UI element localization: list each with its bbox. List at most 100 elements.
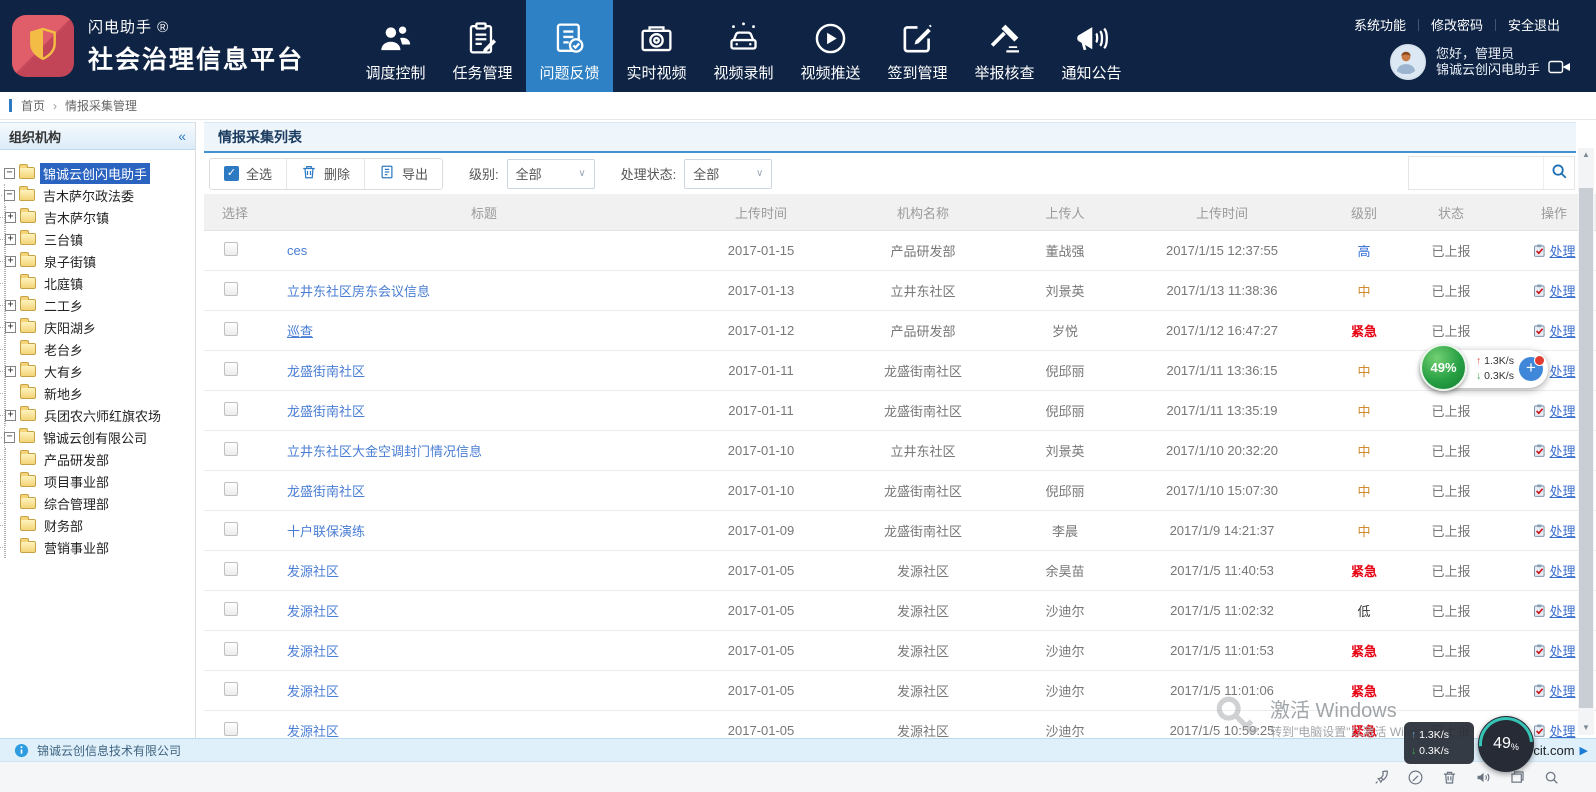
level-filter-select[interactable]: 全部 ∨ <box>507 159 595 189</box>
vertical-scrollbar[interactable]: ▲ ▼ <box>1578 148 1594 735</box>
speed-percent-ball[interactable]: 49% <box>1420 344 1467 391</box>
search-input[interactable] <box>1409 157 1543 189</box>
nav-item-调度控制[interactable]: 调度控制 <box>352 0 439 92</box>
scroll-down-icon[interactable]: ▼ <box>1578 721 1594 735</box>
row-title-link[interactable]: 十户联保演练 <box>287 524 365 539</box>
row-title-link[interactable]: 立井东社区房东会议信息 <box>287 284 430 299</box>
row-checkbox[interactable] <box>224 322 238 336</box>
row-title-link[interactable]: 发源社区 <box>287 684 339 699</box>
row-title-link[interactable]: 发源社区 <box>287 564 339 579</box>
row-checkbox[interactable] <box>224 642 238 656</box>
tree-item-北庭镇[interactable]: 北庭镇 <box>6 272 193 294</box>
tree-toggle-plus-icon[interactable]: + <box>5 256 16 267</box>
tree-toggle-plus-icon[interactable]: + <box>5 410 16 421</box>
tree-item-泉子街镇[interactable]: +泉子街镇 <box>6 250 193 272</box>
row-title-link[interactable]: ces <box>287 243 307 258</box>
rocket-icon[interactable] <box>1373 769 1390 786</box>
tree-item-大有乡[interactable]: +大有乡 <box>6 360 193 382</box>
add-button[interactable]: + <box>1519 357 1543 381</box>
nav-item-视频录制[interactable]: 视频录制 <box>700 0 787 92</box>
video-camera-icon[interactable] <box>1548 59 1572 80</box>
row-title-link[interactable]: 龙盛街南社区 <box>287 484 365 499</box>
tree-toggle-plus-icon[interactable]: + <box>5 366 16 377</box>
row-checkbox[interactable] <box>224 722 238 736</box>
row-checkbox[interactable] <box>224 282 238 296</box>
nav-item-举报核查[interactable]: 举报核查 <box>961 0 1048 92</box>
system-link-修改密码[interactable]: 修改密码 <box>1419 15 1495 34</box>
status-filter-select[interactable]: 全部 ∨ <box>684 159 772 189</box>
tree-toggle-plus-icon[interactable]: + <box>5 212 16 223</box>
row-checkbox[interactable] <box>224 242 238 256</box>
row-action-link[interactable]: 处理 <box>1532 281 1575 300</box>
nav-item-问题反馈[interactable]: 问题反馈 <box>526 0 613 92</box>
search-button[interactable] <box>1543 157 1574 189</box>
row-action-link[interactable]: 处理 <box>1532 481 1575 500</box>
tree-item-三台镇[interactable]: +三台镇 <box>6 228 193 250</box>
row-action-link[interactable]: 处理 <box>1532 641 1575 660</box>
trash-icon[interactable] <box>1441 769 1458 786</box>
row-action-link[interactable]: 处理 <box>1532 601 1575 620</box>
nav-item-视频推送[interactable]: 视频推送 <box>787 0 874 92</box>
tree-item-财务部[interactable]: 财务部 <box>6 514 193 536</box>
tree-item-综合管理部[interactable]: 综合管理部 <box>6 492 193 514</box>
tree-item-新地乡[interactable]: 新地乡 <box>6 382 193 404</box>
tree-toggle-minus-icon[interactable]: − <box>4 190 15 201</box>
system-link-安全退出[interactable]: 安全退出 <box>1496 15 1572 34</box>
speed-monitor-widget[interactable]: 49% ↑ 1.3K/s ↓ 0.3K/s + <box>1422 350 1548 388</box>
row-title-link[interactable]: 龙盛街南社区 <box>287 364 365 379</box>
row-title-link[interactable]: 发源社区 <box>287 644 339 659</box>
row-title-link[interactable]: 龙盛街南社区 <box>287 404 365 419</box>
row-checkbox[interactable] <box>224 682 238 696</box>
tree-item-兵团农六师红旗农场[interactable]: +兵团农六师红旗农场 <box>6 404 193 426</box>
row-title-link[interactable]: 发源社区 <box>287 604 339 619</box>
row-title-link[interactable]: 立井东社区大金空调封门情况信息 <box>287 444 482 459</box>
progress-ball[interactable]: 49 % <box>1478 716 1534 772</box>
row-action-link[interactable]: 处理 <box>1532 241 1575 260</box>
row-checkbox[interactable] <box>224 362 238 376</box>
row-checkbox[interactable] <box>224 442 238 456</box>
tree-item-项目事业部[interactable]: 项目事业部 <box>6 470 193 492</box>
row-action-link[interactable]: 处理 <box>1532 681 1575 700</box>
export-button[interactable]: 导出 <box>364 159 442 189</box>
tree-item-产品研发部[interactable]: 产品研发部 <box>6 448 193 470</box>
row-action-link[interactable]: 处理 <box>1532 401 1575 420</box>
row-title-link[interactable]: 巡查 <box>287 324 313 339</box>
scrollbar-thumb[interactable] <box>1579 188 1593 708</box>
nav-item-通知公告[interactable]: 通知公告 <box>1048 0 1135 92</box>
tree-item-锦诚云创闪电助手[interactable]: −锦诚云创闪电助手 <box>4 162 193 184</box>
tree-toggle-plus-icon[interactable]: + <box>5 322 16 333</box>
pen-circle-icon[interactable] <box>1407 769 1424 786</box>
avatar[interactable] <box>1390 44 1426 80</box>
tree-toggle-plus-icon[interactable]: + <box>5 234 16 245</box>
row-action-link[interactable]: 处理 <box>1532 721 1575 740</box>
tree-item-锦诚云创有限公司[interactable]: −锦诚云创有限公司 <box>5 426 193 448</box>
row-action-link[interactable]: 处理 <box>1532 521 1575 540</box>
tree-toggle-plus-icon[interactable]: + <box>5 300 16 311</box>
tree-item-二工乡[interactable]: +二工乡 <box>6 294 193 316</box>
sidebar-collapse-icon[interactable]: « <box>178 128 186 144</box>
site-link[interactable]: cit.com ▶ <box>1533 743 1588 758</box>
search-icon[interactable] <box>1543 769 1560 786</box>
tree-item-营销事业部[interactable]: 营销事业部 <box>6 536 193 558</box>
tree-toggle-minus-icon[interactable]: − <box>4 168 15 179</box>
row-checkbox[interactable] <box>224 562 238 576</box>
select-all-button[interactable]: ✓ 全选 <box>210 159 286 189</box>
tree-toggle-minus-icon[interactable]: − <box>4 432 15 443</box>
row-checkbox[interactable] <box>224 482 238 496</box>
speaker-icon[interactable] <box>1475 769 1492 786</box>
row-title-link[interactable]: 发源社区 <box>287 724 339 739</box>
row-action-link[interactable]: 处理 <box>1532 561 1575 580</box>
tree-item-吉木萨尔镇[interactable]: +吉木萨尔镇 <box>6 206 193 228</box>
row-checkbox[interactable] <box>224 522 238 536</box>
delete-button[interactable]: 删除 <box>286 159 364 189</box>
tree-item-老台乡[interactable]: 老台乡 <box>6 338 193 360</box>
row-action-link[interactable]: 处理 <box>1532 441 1575 460</box>
nav-item-签到管理[interactable]: 签到管理 <box>874 0 961 92</box>
tree-item-吉木萨尔政法委[interactable]: −吉木萨尔政法委 <box>5 184 193 206</box>
row-action-link[interactable]: 处理 <box>1532 321 1575 340</box>
row-checkbox[interactable] <box>224 402 238 416</box>
nav-item-实时视频[interactable]: 实时视频 <box>613 0 700 92</box>
scroll-up-icon[interactable]: ▲ <box>1578 148 1594 162</box>
breadcrumb-home[interactable]: 首页 <box>21 97 45 114</box>
system-link-系统功能[interactable]: 系统功能 <box>1342 15 1418 34</box>
